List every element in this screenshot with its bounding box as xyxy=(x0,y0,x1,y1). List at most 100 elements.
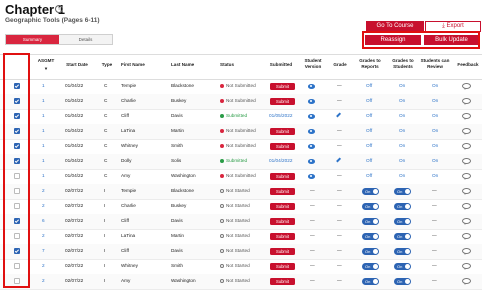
asgmt-link[interactable]: 6 xyxy=(42,214,45,229)
students-can-review-link[interactable]: On xyxy=(432,109,438,124)
feedback-icon[interactable] xyxy=(462,97,471,105)
grades-to-reports-link[interactable]: Off xyxy=(366,109,372,124)
grades-to-students-toggle[interactable]: On xyxy=(394,203,411,210)
eye-icon[interactable] xyxy=(308,129,315,134)
col-asgmt[interactable]: ASGMT xyxy=(36,58,56,64)
feedback-icon[interactable] xyxy=(462,247,471,255)
grades-to-students-toggle[interactable]: On xyxy=(394,248,411,255)
asgmt-link[interactable]: 1 xyxy=(42,139,45,154)
asgmt-link[interactable]: 2 xyxy=(42,259,45,274)
tab-summary[interactable]: Summary xyxy=(6,35,59,44)
grades-to-reports-link[interactable]: Off xyxy=(366,169,372,184)
submit-button[interactable]: Submit xyxy=(270,83,295,90)
grades-to-reports-toggle[interactable]: On xyxy=(362,203,379,210)
grades-to-students-toggle[interactable]: On xyxy=(394,188,411,195)
go-to-course-button[interactable]: Go To Course xyxy=(366,21,424,31)
grades-to-reports-link[interactable]: Off xyxy=(366,94,372,109)
asgmt-link[interactable]: 1 xyxy=(42,79,45,94)
eye-icon[interactable] xyxy=(308,144,315,149)
feedback-icon[interactable] xyxy=(462,82,471,90)
grades-to-reports-toggle[interactable]: On xyxy=(362,263,379,270)
asgmt-link[interactable]: 7 xyxy=(42,244,45,259)
grades-to-students-toggle[interactable]: On xyxy=(394,218,411,225)
students-can-review-link[interactable]: On xyxy=(432,79,438,94)
submit-button[interactable]: Submit xyxy=(270,143,295,150)
col-first-name[interactable]: First Name xyxy=(121,62,151,68)
grades-to-reports-toggle[interactable]: On xyxy=(362,188,379,195)
col-start-date[interactable]: Start Date xyxy=(60,62,94,68)
grades-to-students-link[interactable]: On xyxy=(399,139,405,154)
feedback-icon[interactable] xyxy=(462,232,471,240)
submit-button[interactable]: Submit xyxy=(270,248,295,255)
eye-icon[interactable] xyxy=(308,159,315,164)
asgmt-link[interactable]: 1 xyxy=(42,124,45,139)
asgmt-link[interactable]: 2 xyxy=(42,199,45,214)
submit-button[interactable]: Submit xyxy=(270,188,295,195)
grades-to-students-link[interactable]: On xyxy=(399,79,405,94)
submit-button[interactable]: Submit xyxy=(270,218,295,225)
asgmt-link[interactable]: 1 xyxy=(42,109,45,124)
col-status[interactable]: Status xyxy=(220,62,250,68)
submit-button[interactable]: Submit xyxy=(270,98,295,105)
grades-to-reports-link[interactable]: Off xyxy=(366,124,372,139)
submit-button[interactable]: Submit xyxy=(270,173,295,180)
col-last-name[interactable]: Last Name xyxy=(171,62,206,68)
last-name: Smith xyxy=(171,143,183,148)
feedback-icon[interactable] xyxy=(462,112,471,120)
grades-to-students-link[interactable]: On xyxy=(399,109,405,124)
students-can-review-link[interactable]: On xyxy=(432,154,438,169)
feedback-icon[interactable] xyxy=(462,217,471,225)
asgmt-link[interactable]: 1 xyxy=(42,154,45,169)
grades-to-reports-toggle[interactable]: On xyxy=(362,248,379,255)
grades-to-reports-toggle[interactable]: On xyxy=(362,218,379,225)
feedback-icon[interactable] xyxy=(462,127,471,135)
grades-to-students-link[interactable]: On xyxy=(399,124,405,139)
submit-button[interactable]: Submit xyxy=(270,263,295,270)
sort-down-icon[interactable]: ▾ xyxy=(42,66,50,72)
eye-icon[interactable] xyxy=(308,84,315,89)
col-submitted[interactable]: Submitted xyxy=(262,62,300,68)
students-can-review-empty: — xyxy=(432,278,437,283)
submit-button[interactable]: Submit xyxy=(270,128,295,135)
students-can-review-link[interactable]: On xyxy=(432,124,438,139)
grades-to-reports-link[interactable]: Off xyxy=(366,139,372,154)
feedback-icon[interactable] xyxy=(462,277,471,285)
students-can-review-link[interactable]: On xyxy=(432,139,438,154)
feedback-icon[interactable] xyxy=(462,262,471,270)
feedback-icon[interactable] xyxy=(462,172,471,180)
pencil-icon[interactable] xyxy=(336,157,341,163)
eye-icon[interactable] xyxy=(308,99,315,104)
students-can-review-link[interactable]: On xyxy=(432,169,438,184)
asgmt-link[interactable]: 1 xyxy=(42,94,45,109)
asgmt-link[interactable]: 2 xyxy=(42,229,45,244)
grades-to-reports-link[interactable]: Off xyxy=(366,79,372,94)
grades-to-students-toggle[interactable]: On xyxy=(394,263,411,270)
grades-to-students-link[interactable]: On xyxy=(399,94,405,109)
tab-details[interactable]: Details xyxy=(59,35,112,44)
submit-button[interactable]: Submit xyxy=(270,278,295,285)
grades-to-reports-toggle[interactable]: On xyxy=(362,278,379,285)
grades-to-students-toggle[interactable]: On xyxy=(394,233,411,240)
feedback-icon[interactable] xyxy=(462,187,471,195)
asgmt-link[interactable]: 2 xyxy=(42,274,45,289)
grades-to-students-link[interactable]: On xyxy=(399,169,405,184)
pencil-icon[interactable] xyxy=(336,112,341,118)
submit-button[interactable]: Submit xyxy=(270,233,295,240)
grade-empty: — xyxy=(337,83,342,88)
info-icon[interactable]: i xyxy=(55,5,63,13)
feedback-icon[interactable] xyxy=(462,202,471,210)
grades-to-reports-link[interactable]: Off xyxy=(366,154,372,169)
col-type[interactable]: Type xyxy=(98,62,116,68)
grades-to-students-toggle[interactable]: On xyxy=(394,278,411,285)
eye-icon[interactable] xyxy=(308,114,315,119)
feedback-icon[interactable] xyxy=(462,157,471,165)
submit-button[interactable]: Submit xyxy=(270,203,295,210)
start-date: 02/07/22 xyxy=(65,263,84,268)
asgmt-link[interactable]: 2 xyxy=(42,184,45,199)
grades-to-students-link[interactable]: On xyxy=(399,154,405,169)
students-can-review-link[interactable]: On xyxy=(432,94,438,109)
eye-icon[interactable] xyxy=(308,174,315,179)
feedback-icon[interactable] xyxy=(462,142,471,150)
grades-to-reports-toggle[interactable]: On xyxy=(362,233,379,240)
asgmt-link[interactable]: 1 xyxy=(42,169,45,184)
